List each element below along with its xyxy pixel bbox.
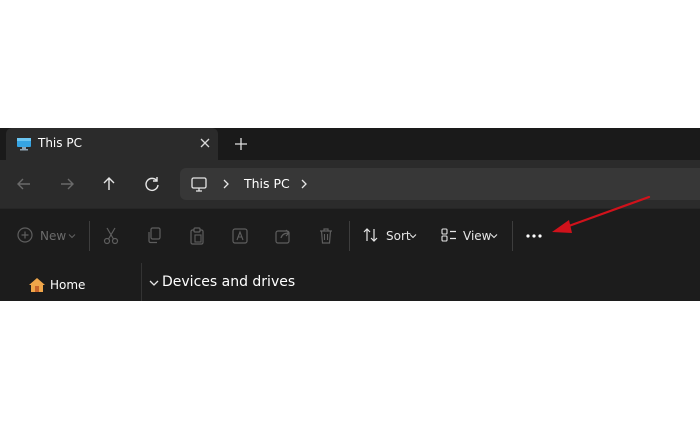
- share-icon[interactable]: [274, 225, 292, 247]
- chevron-right-icon[interactable]: [298, 178, 310, 190]
- file-explorer-window: This PC This PC New Sort View Home Devic…: [0, 128, 700, 301]
- breadcrumb-this-pc[interactable]: This PC: [244, 176, 290, 191]
- chevron-down-icon: [149, 280, 159, 286]
- arrow-right-icon[interactable]: [56, 173, 78, 195]
- separator: [512, 221, 513, 251]
- sort-icon: [363, 228, 378, 242]
- delete-icon[interactable]: [317, 225, 335, 247]
- chevron-down-icon: [409, 234, 417, 239]
- monitor-icon: [17, 138, 31, 151]
- chevron-down-icon: [68, 234, 76, 239]
- chevron-right-icon[interactable]: [220, 178, 232, 190]
- refresh-icon[interactable]: [141, 173, 163, 195]
- cut-icon[interactable]: [102, 225, 120, 247]
- address-row: This PC: [0, 160, 700, 208]
- sort-button[interactable]: Sort: [362, 225, 420, 247]
- plus-icon[interactable]: [232, 135, 250, 153]
- content-area: Home Devices and drives: [0, 263, 700, 301]
- view-button-label: View: [463, 229, 492, 243]
- tab-title: This PC: [38, 136, 82, 150]
- section-title: Devices and drives: [162, 274, 296, 290]
- plus-circle-icon: [17, 227, 33, 243]
- navigation-pane: Home: [0, 263, 142, 301]
- more-ellipsis-icon[interactable]: [524, 225, 544, 247]
- separator: [349, 221, 350, 251]
- new-button[interactable]: New: [16, 225, 76, 247]
- sort-button-label: Sort: [386, 229, 411, 243]
- view-list-icon: [441, 228, 456, 242]
- new-button-label: New: [40, 229, 67, 243]
- rename-icon[interactable]: [231, 225, 249, 247]
- command-bar: New Sort View: [0, 208, 700, 264]
- monitor-icon: [191, 177, 207, 192]
- navpane-home-label: Home: [50, 278, 86, 292]
- arrow-up-icon[interactable]: [98, 173, 120, 195]
- home-icon: [29, 278, 45, 292]
- separator: [89, 221, 90, 251]
- address-bar[interactable]: This PC: [180, 168, 700, 200]
- chevron-down-icon: [490, 234, 498, 239]
- close-icon[interactable]: [196, 134, 214, 152]
- view-button[interactable]: View: [440, 225, 500, 247]
- copy-icon[interactable]: [145, 225, 163, 247]
- arrow-left-icon[interactable]: [13, 173, 35, 195]
- paste-icon[interactable]: [188, 225, 206, 247]
- tab-strip: This PC: [0, 128, 700, 160]
- tab-this-pc[interactable]: This PC: [6, 128, 218, 160]
